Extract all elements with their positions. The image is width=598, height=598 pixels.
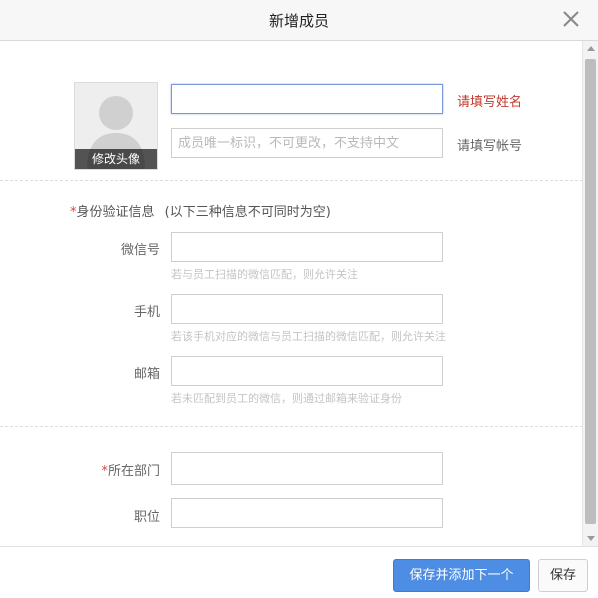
identity-note: (以下三种信息不可同时为空) [164, 205, 331, 220]
vertical-scrollbar[interactable] [582, 41, 598, 546]
wechat-input[interactable] [171, 232, 443, 262]
department-label: *所在部门 [70, 460, 160, 479]
email-label: 邮箱 [133, 367, 160, 382]
identity-title: 身份验证信息 [76, 205, 155, 220]
section-divider-2 [0, 426, 583, 427]
close-icon[interactable] [560, 8, 582, 30]
wechat-label: 微信号 [120, 243, 160, 258]
scrollbar-thumb[interactable] [585, 59, 596, 524]
phone-label: 手机 [133, 305, 160, 320]
name-hint: 请填写姓名 [457, 95, 523, 110]
wechat-help: 若与员工扫描的微信匹配，则允许关注 [171, 268, 358, 281]
avatar-upload[interactable]: 修改头像 [74, 82, 158, 170]
dialog-footer: 保存并添加下一个 保存 [0, 546, 598, 598]
department-label-text: 所在部门 [107, 464, 160, 479]
save-button[interactable]: 保存 [538, 559, 588, 592]
scroll-down-icon[interactable] [587, 536, 595, 541]
account-input[interactable] [171, 128, 443, 158]
email-help: 若未匹配到员工的微信，则通过邮箱来验证身份 [171, 392, 402, 405]
name-input[interactable] [171, 84, 443, 114]
scroll-up-icon[interactable] [587, 46, 595, 51]
department-input[interactable] [171, 452, 443, 485]
dialog-title: 新增成员 [268, 12, 329, 30]
add-member-dialog: 新增成员 修改头像 请填写姓名 请填写帐号 *身份验证信息 (以下三种信息不可同… [0, 0, 598, 598]
email-input[interactable] [171, 356, 443, 386]
phone-input[interactable] [171, 294, 443, 324]
section-divider [0, 180, 583, 181]
identity-section-title: *身份验证信息 (以下三种信息不可同时为空) [70, 201, 331, 220]
dialog-body: 修改头像 请填写姓名 请填写帐号 *身份验证信息 (以下三种信息不可同时为空) … [0, 41, 583, 546]
edit-avatar-label[interactable]: 修改头像 [75, 149, 157, 169]
dialog-header: 新增成员 [0, 0, 598, 41]
account-hint: 请填写帐号 [457, 139, 523, 154]
phone-help: 若该手机对应的微信与员工扫描的微信匹配，则允许关注 [171, 330, 446, 343]
position-label: 职位 [133, 510, 160, 525]
save-and-add-next-button[interactable]: 保存并添加下一个 [393, 559, 530, 592]
position-input[interactable] [171, 498, 443, 528]
